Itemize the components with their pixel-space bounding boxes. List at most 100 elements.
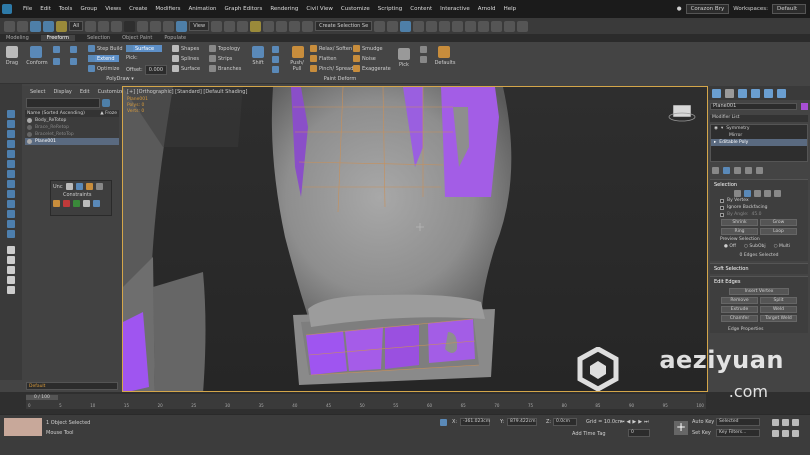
create-tab-icon[interactable]: [712, 88, 721, 98]
x-coord-field[interactable]: -361.023cm: [460, 418, 490, 426]
name-column-header[interactable]: Name (Sorted Ascending): [27, 111, 85, 116]
edge-mode-icon[interactable]: [744, 190, 751, 197]
pinch-spread-button[interactable]: Pinch/ Spread: [310, 65, 353, 72]
scene-menu-display[interactable]: Display: [53, 89, 71, 95]
configure-sets-icon[interactable]: [756, 167, 763, 174]
go-to-start-icon[interactable]: ⏮: [620, 419, 625, 425]
scene-menu-select[interactable]: Select: [30, 89, 45, 95]
display-xrefs-icon[interactable]: [7, 190, 15, 198]
weld-button[interactable]: Weld: [760, 306, 797, 313]
constraint-preserve-uv-icon[interactable]: [95, 183, 103, 190]
by-vertex-row[interactable]: By Vertex: [710, 197, 808, 204]
key-selection-dropdown[interactable]: Selected: [716, 418, 760, 426]
shift-tool3-icon[interactable]: [272, 66, 279, 73]
display-none-icon[interactable]: [7, 110, 15, 118]
rendered-frame-icon[interactable]: [478, 20, 490, 32]
display-helpers-icon[interactable]: [7, 160, 15, 168]
fov-icon[interactable]: [772, 430, 779, 437]
render-iterative-icon[interactable]: [504, 20, 516, 32]
manipulate-icon[interactable]: [224, 20, 236, 32]
select-invert-icon[interactable]: [7, 286, 15, 294]
preview-multi-radio[interactable]: ○ Multi: [774, 244, 790, 249]
undo-icon[interactable]: [4, 20, 15, 32]
z-coord-field[interactable]: 0.0cm: [553, 418, 577, 426]
tab-freeform[interactable]: Freeform: [40, 35, 76, 41]
splines-button[interactable]: Splines: [172, 55, 199, 62]
menu-graph-editors[interactable]: Graph Editors: [225, 6, 263, 12]
spinner-snap-icon[interactable]: [289, 20, 301, 32]
constraint-face-icon[interactable]: [75, 183, 83, 190]
constraint-a-icon[interactable]: [53, 200, 60, 207]
zoom-icon[interactable]: [772, 419, 779, 426]
preview-subobj-radio[interactable]: ○ SubObj: [744, 244, 766, 249]
remove-modifier-icon[interactable]: [745, 167, 752, 174]
auto-key-button[interactable]: Auto Key: [692, 419, 714, 425]
frozen-column-header[interactable]: ▲ Froze: [100, 111, 119, 116]
layer-explorer-icon[interactable]: [400, 20, 412, 32]
conform-tool3-icon[interactable]: [53, 58, 60, 65]
menu-rendering[interactable]: Rendering: [270, 6, 298, 12]
render-active-icon[interactable]: [517, 20, 529, 32]
viewport-label[interactable]: [+] [Orthographic] [Standard] [Default S…: [127, 89, 247, 95]
strips-button[interactable]: Strips: [209, 55, 232, 62]
selection-rollout-title[interactable]: Selection: [710, 180, 808, 190]
selection-region-icon[interactable]: [111, 20, 123, 32]
toggle-ribbon-icon[interactable]: [413, 20, 425, 32]
set-key-big-icon[interactable]: +: [674, 421, 688, 435]
add-time-tag[interactable]: Add Time Tag: [572, 431, 606, 437]
remove-button[interactable]: Remove: [721, 297, 758, 304]
pin-stack-icon[interactable]: [712, 167, 719, 174]
key-filters-button[interactable]: Key Filters...: [716, 429, 760, 437]
move-icon[interactable]: [137, 20, 149, 32]
set-key-button[interactable]: Set Key: [692, 430, 711, 436]
prev-frame-icon[interactable]: ◀: [627, 419, 631, 425]
menu-arnold[interactable]: Arnold: [478, 6, 496, 12]
shift-icon[interactable]: [252, 46, 264, 58]
snaps-toggle-icon[interactable]: [250, 20, 262, 32]
preview-off-radio[interactable]: ● Off: [724, 244, 736, 249]
edit-named-selection-icon[interactable]: [302, 20, 314, 32]
utilities-tab-icon[interactable]: [777, 88, 786, 98]
eye-icon[interactable]: ◉: [714, 126, 718, 131]
list-item[interactable]: Brace_ReRetop: [25, 124, 119, 131]
time-slider[interactable]: 0 / 100: [26, 394, 706, 401]
link-icon[interactable]: [30, 20, 41, 32]
next-frame-icon[interactable]: ▶: [638, 419, 642, 425]
menu-interactive[interactable]: Interactive: [440, 6, 470, 12]
display-shapes-icon[interactable]: [7, 130, 15, 138]
modify-tab-icon[interactable]: [725, 88, 734, 98]
tab-object-paint[interactable]: Object Paint: [122, 35, 152, 41]
time-slider-thumb[interactable]: 0 / 100: [26, 395, 58, 400]
schematic-view-icon[interactable]: [439, 20, 451, 32]
edit-edges-title[interactable]: Edit Edges: [710, 277, 808, 287]
stack-item-editable-poly[interactable]: ▸ Editable Poly: [711, 139, 807, 146]
mirror-toggle-icon[interactable]: [420, 46, 427, 53]
object-color-swatch[interactable]: [801, 103, 808, 110]
menu-customize[interactable]: Customize: [341, 6, 370, 12]
display-spacewarps-icon[interactable]: [7, 170, 15, 178]
polydraw-label[interactable]: PolyDraw ▾: [100, 76, 140, 82]
menu-help[interactable]: Help: [504, 6, 517, 12]
display-all-icon[interactable]: [7, 246, 15, 254]
extend-button[interactable]: Extend: [88, 55, 119, 62]
polygon-mode-icon[interactable]: [764, 190, 771, 197]
split-button[interactable]: Split: [760, 297, 797, 304]
by-vertex-checkbox[interactable]: [720, 198, 724, 203]
show-end-result-icon[interactable]: [723, 167, 730, 174]
expand-icon[interactable]: ▾: [721, 126, 723, 131]
motion-tab-icon[interactable]: [751, 88, 760, 98]
orbit-icon[interactable]: [792, 430, 799, 437]
select-none-icon[interactable]: [7, 276, 15, 284]
display-tab-icon[interactable]: [764, 88, 773, 98]
display-geometry-icon[interactable]: [7, 120, 15, 128]
border-mode-icon[interactable]: [754, 190, 761, 197]
visibility-icon[interactable]: [27, 118, 32, 123]
select-object-icon[interactable]: [85, 20, 97, 32]
y-coord-field[interactable]: 879.422cm: [507, 418, 537, 426]
visibility-icon[interactable]: [27, 139, 32, 144]
list-item[interactable]: Bracelet_RetoTop: [25, 131, 119, 138]
placement-icon[interactable]: [176, 20, 188, 32]
display-cameras-icon[interactable]: [7, 150, 15, 158]
shrink-button[interactable]: Shrink: [721, 219, 758, 226]
menu-create[interactable]: Create: [129, 6, 147, 12]
